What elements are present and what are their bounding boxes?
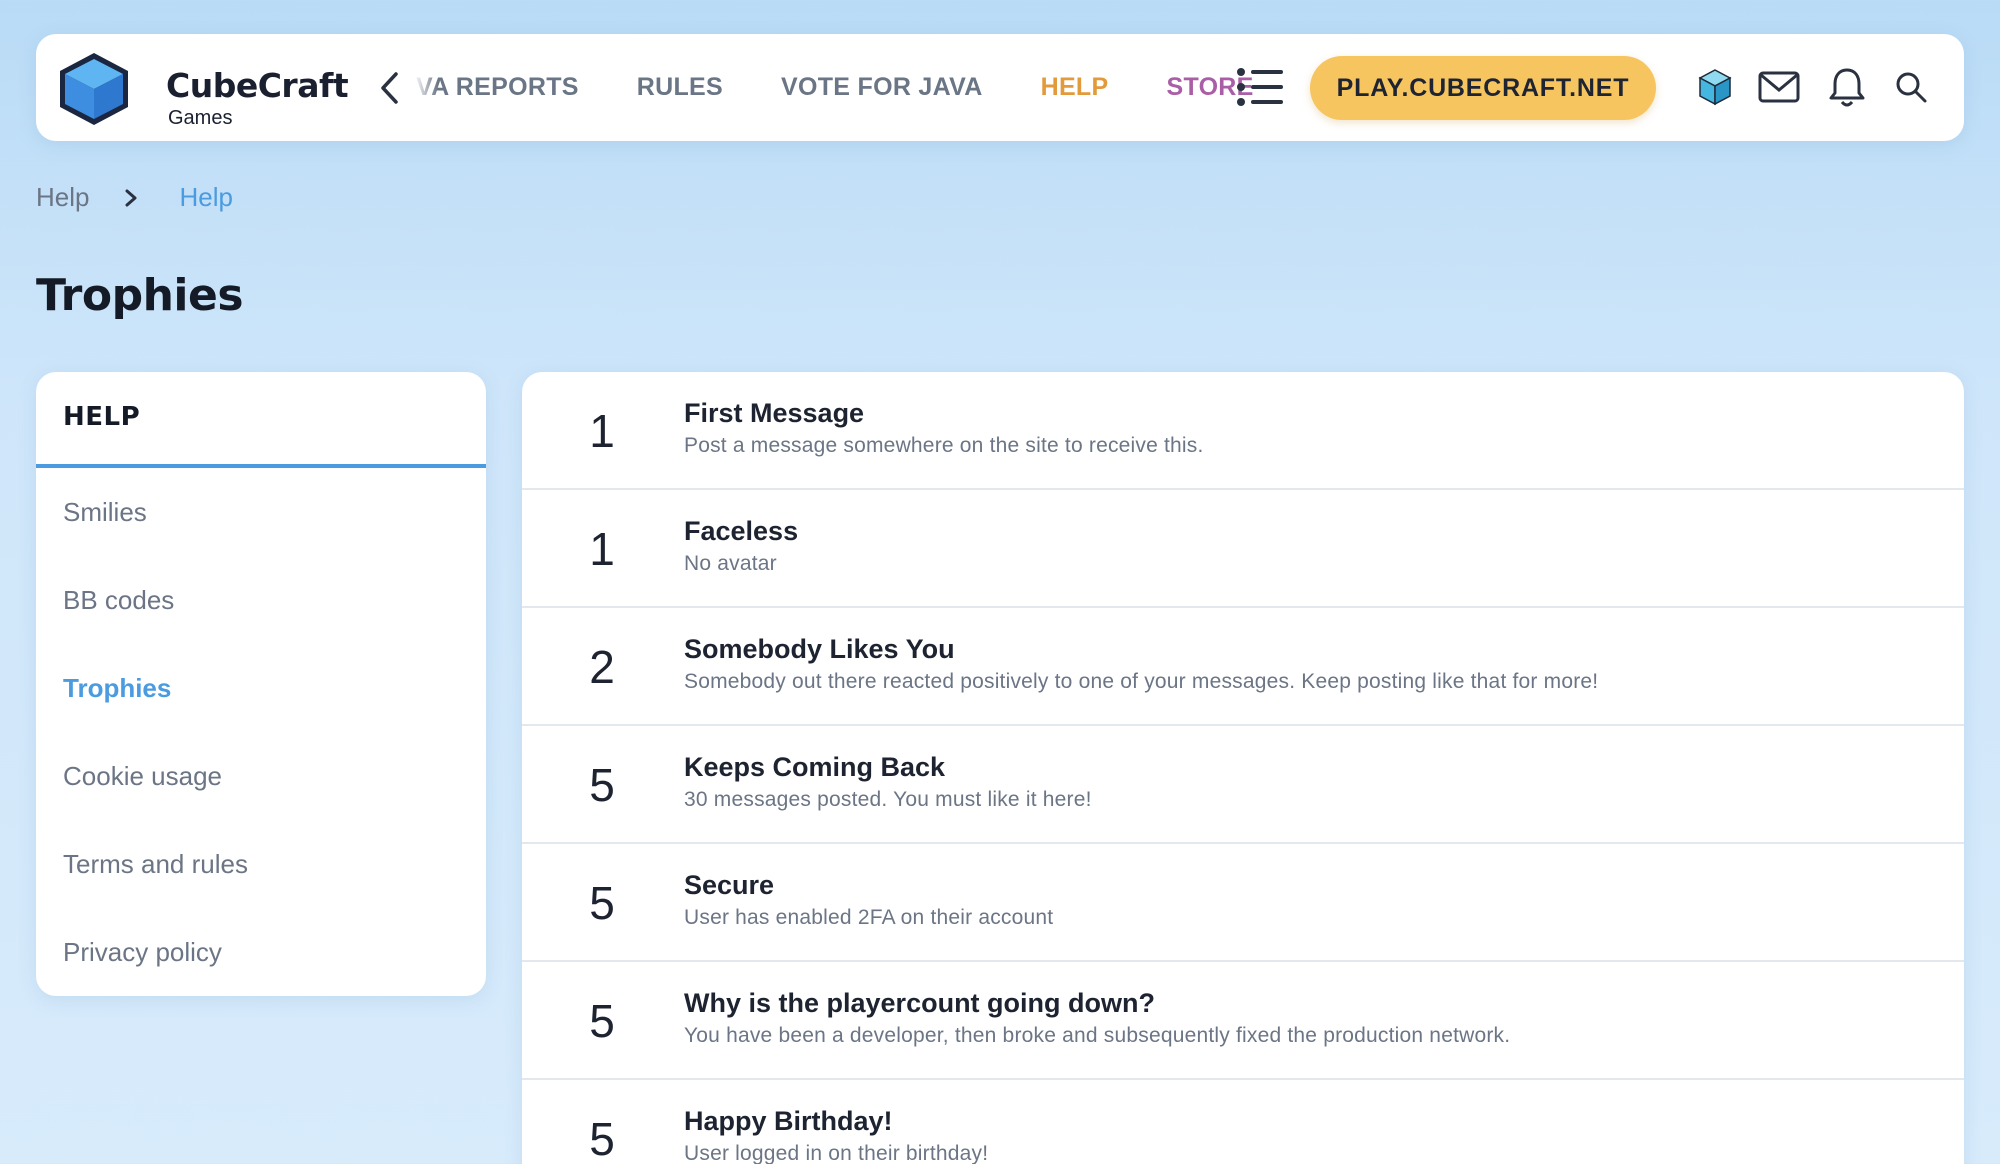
sidebar-item-bb-codes[interactable]: BB codes [36,556,486,644]
trophy-title: Secure [684,870,775,900]
trophy-title: Why is the playercount going down? [684,988,1155,1018]
nav-scroll-fade [408,54,438,124]
breadcrumb-item-help[interactable]: Help [36,182,89,213]
trophy-row: 1 Faceless No avatar [522,490,1964,608]
sidebar-item-cookie-usage[interactable]: Cookie usage [36,732,486,820]
trophy-points: 5 [589,1113,615,1164]
trophy-description: User logged in on their birthday! [684,1142,989,1164]
trophy-points: 5 [589,759,615,811]
trophy-title: Somebody Likes You [684,634,955,664]
trophy-points: 5 [589,877,615,929]
trophy-row: 5 Keeps Coming Back 30 messages posted. … [522,726,1964,844]
trophy-title: First Message [684,398,865,428]
trophy-row: 5 Why is the playercount going down? You… [522,962,1964,1080]
logo-subtitle: Games [168,107,233,129]
page-title: Trophies [36,270,244,321]
breadcrumb-item-help-current[interactable]: Help [179,182,232,213]
nav-item-java-reports[interactable]: VA REPORTS [416,73,579,102]
nav-item-rules[interactable]: RULES [637,73,723,102]
bell-icon[interactable] [1824,64,1870,110]
trophy-description: User has enabled 2FA on their account [684,906,1054,929]
chevron-left-icon[interactable] [372,66,408,110]
trophy-points: 2 [589,641,615,693]
cube-logo-icon [60,53,128,125]
trophy-points: 5 [589,995,615,1047]
trophy-points: 1 [589,523,615,575]
trophy-row: 2 Somebody Likes You Somebody out there … [522,608,1964,726]
trophy-description: You have been a developer, then broke an… [684,1024,1511,1047]
sidebar-heading: HELP [36,372,486,468]
trophy-title: Faceless [684,516,799,546]
trophy-description: Post a message somewhere on the site to … [684,434,1204,457]
sidebar-item-trophies[interactable]: Trophies [36,644,486,732]
trophy-title: Keeps Coming Back [684,752,946,782]
breadcrumb: Help Help [36,182,233,213]
help-sidebar: HELP Smilies BB codes Trophies Cookie us… [36,372,486,996]
trophy-description: No avatar [684,552,777,575]
trophy-row: 5 Happy Birthday! User logged in on thei… [522,1080,1964,1164]
nav-item-vote-for-java[interactable]: VOTE FOR JAVA [781,73,983,102]
trophy-description: Somebody out there reacted positively to… [684,670,1599,693]
main-nav: VA REPORTS RULES VOTE FOR JAVA HELP STOR… [416,34,1312,141]
trophy-row: 5 Secure User has enabled 2FA on their a… [522,844,1964,962]
cubecraft-logo[interactable]: CubeCraft Games [56,49,349,129]
trophy-points: 1 [589,405,615,457]
chevron-right-icon [125,189,137,206]
search-icon[interactable] [1888,64,1934,110]
trophy-list: 1 First Message Post a message somewhere… [522,372,1964,1164]
top-navigation-bar: CubeCraft Games VA REPORTS RULES VOTE FO… [36,34,1964,141]
sidebar-item-privacy-policy[interactable]: Privacy policy [36,908,486,996]
trophy-row: 1 First Message Post a message somewhere… [522,372,1964,490]
nav-item-help[interactable]: HELP [1041,73,1109,102]
play-server-button[interactable]: PLAY.CUBECRAFT.NET [1310,56,1656,120]
mail-icon[interactable] [1756,64,1802,110]
logo-title: CubeCraft [166,66,349,105]
cube-icon[interactable] [1692,64,1738,110]
trophy-description: 30 messages posted. You must like it her… [684,788,1092,811]
menu-list-icon[interactable] [1236,64,1284,110]
sidebar-item-smilies[interactable]: Smilies [36,468,486,556]
trophy-title: Happy Birthday! [684,1106,893,1136]
sidebar-item-terms-and-rules[interactable]: Terms and rules [36,820,486,908]
